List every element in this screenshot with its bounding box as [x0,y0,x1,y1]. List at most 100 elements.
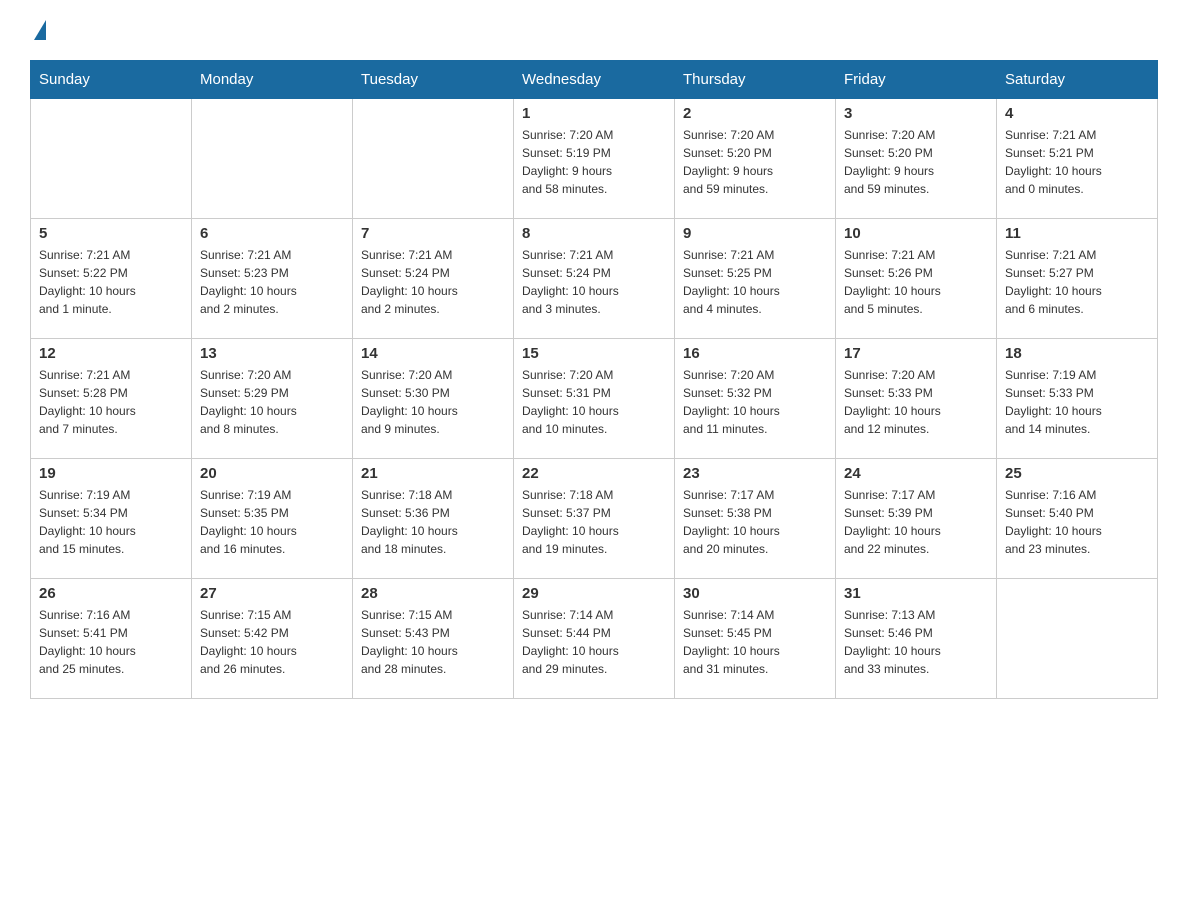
weekday-header-tuesday: Tuesday [353,61,514,99]
day-info: Sunrise: 7:20 AMSunset: 5:33 PMDaylight:… [844,366,988,438]
week-row-4: 19 Sunrise: 7:19 AMSunset: 5:34 PMDayligh… [31,459,1158,579]
calendar-body: 1 Sunrise: 7:20 AMSunset: 5:19 PMDaylight… [31,99,1158,699]
day-number: 21 [361,465,505,482]
calendar-cell: 26 Sunrise: 7:16 AMSunset: 5:41 PMDayligh… [31,579,192,699]
day-number: 27 [200,585,344,602]
calendar-cell: 2 Sunrise: 7:20 AMSunset: 5:20 PMDaylight… [675,99,836,219]
day-number: 24 [844,465,988,482]
calendar-cell: 21 Sunrise: 7:18 AMSunset: 5:36 PMDayligh… [353,459,514,579]
day-info: Sunrise: 7:18 AMSunset: 5:37 PMDaylight:… [522,486,666,558]
day-number: 16 [683,345,827,362]
calendar-cell: 8 Sunrise: 7:21 AMSunset: 5:24 PMDaylight… [514,219,675,339]
day-number: 23 [683,465,827,482]
day-info: Sunrise: 7:21 AMSunset: 5:28 PMDaylight:… [39,366,183,438]
day-number: 11 [1005,225,1149,242]
day-number: 26 [39,585,183,602]
calendar-cell: 29 Sunrise: 7:14 AMSunset: 5:44 PMDayligh… [514,579,675,699]
week-row-5: 26 Sunrise: 7:16 AMSunset: 5:41 PMDayligh… [31,579,1158,699]
calendar-header: SundayMondayTuesdayWednesdayThursdayFrid… [31,61,1158,99]
day-number: 2 [683,105,827,122]
day-info: Sunrise: 7:21 AMSunset: 5:24 PMDaylight:… [522,246,666,318]
day-info: Sunrise: 7:20 AMSunset: 5:20 PMDaylight:… [844,126,988,198]
calendar-table: SundayMondayTuesdayWednesdayThursdayFrid… [30,60,1158,699]
day-info: Sunrise: 7:14 AMSunset: 5:44 PMDaylight:… [522,606,666,678]
day-info: Sunrise: 7:20 AMSunset: 5:32 PMDaylight:… [683,366,827,438]
day-number: 9 [683,225,827,242]
day-info: Sunrise: 7:21 AMSunset: 5:27 PMDaylight:… [1005,246,1149,318]
day-number: 22 [522,465,666,482]
weekday-header-sunday: Sunday [31,61,192,99]
day-info: Sunrise: 7:16 AMSunset: 5:41 PMDaylight:… [39,606,183,678]
calendar-cell: 15Sunrise: 7:20 AMSunset: 5:31 PMDayligh… [514,339,675,459]
calendar-cell: 6 Sunrise: 7:21 AMSunset: 5:23 PMDaylight… [192,219,353,339]
day-info: Sunrise: 7:18 AMSunset: 5:36 PMDaylight:… [361,486,505,558]
day-info: Sunrise: 7:20 AMSunset: 5:29 PMDaylight:… [200,366,344,438]
calendar-cell: 20 Sunrise: 7:19 AMSunset: 5:35 PMDayligh… [192,459,353,579]
day-info: Sunrise: 7:13 AMSunset: 5:46 PMDaylight:… [844,606,988,678]
calendar-cell: 25 Sunrise: 7:16 AMSunset: 5:40 PMDayligh… [997,459,1158,579]
day-number: 8 [522,225,666,242]
calendar-cell: 27 Sunrise: 7:15 AMSunset: 5:42 PMDayligh… [192,579,353,699]
day-number: 29 [522,585,666,602]
day-number: 15 [522,345,666,362]
calendar-cell: 12 Sunrise: 7:21 AMSunset: 5:28 PMDayligh… [31,339,192,459]
day-number: 7 [361,225,505,242]
day-number: 13 [200,345,344,362]
day-number: 6 [200,225,344,242]
calendar-cell: 11 Sunrise: 7:21 AMSunset: 5:27 PMDayligh… [997,219,1158,339]
calendar-cell: 17 Sunrise: 7:20 AMSunset: 5:33 PMDayligh… [836,339,997,459]
day-info: Sunrise: 7:21 AMSunset: 5:24 PMDaylight:… [361,246,505,318]
calendar-cell: 23 Sunrise: 7:17 AMSunset: 5:38 PMDayligh… [675,459,836,579]
day-info: Sunrise: 7:19 AMSunset: 5:34 PMDaylight:… [39,486,183,558]
day-info: Sunrise: 7:17 AMSunset: 5:38 PMDaylight:… [683,486,827,558]
weekday-header-friday: Friday [836,61,997,99]
day-number: 19 [39,465,183,482]
day-info: Sunrise: 7:20 AMSunset: 5:30 PMDaylight:… [361,366,505,438]
calendar-cell: 1 Sunrise: 7:20 AMSunset: 5:19 PMDaylight… [514,99,675,219]
day-info: Sunrise: 7:20 AMSunset: 5:20 PMDaylight:… [683,126,827,198]
calendar-cell: 19 Sunrise: 7:19 AMSunset: 5:34 PMDayligh… [31,459,192,579]
weekday-header-saturday: Saturday [997,61,1158,99]
day-number: 5 [39,225,183,242]
calendar-cell: 9 Sunrise: 7:21 AMSunset: 5:25 PMDaylight… [675,219,836,339]
day-number: 30 [683,585,827,602]
day-number: 12 [39,345,183,362]
day-info: Sunrise: 7:21 AMSunset: 5:25 PMDaylight:… [683,246,827,318]
calendar-cell: 14 Sunrise: 7:20 AMSunset: 5:30 PMDayligh… [353,339,514,459]
calendar-cell: 5 Sunrise: 7:21 AMSunset: 5:22 PMDaylight… [31,219,192,339]
day-number: 31 [844,585,988,602]
day-number: 20 [200,465,344,482]
day-number: 18 [1005,345,1149,362]
calendar-cell: 30Sunrise: 7:14 AMSunset: 5:45 PMDayligh… [675,579,836,699]
calendar-cell: 16 Sunrise: 7:20 AMSunset: 5:32 PMDayligh… [675,339,836,459]
calendar-cell [997,579,1158,699]
day-info: Sunrise: 7:21 AMSunset: 5:26 PMDaylight:… [844,246,988,318]
day-info: Sunrise: 7:16 AMSunset: 5:40 PMDaylight:… [1005,486,1149,558]
day-info: Sunrise: 7:19 AMSunset: 5:35 PMDaylight:… [200,486,344,558]
day-info: Sunrise: 7:20 AMSunset: 5:19 PMDaylight:… [522,126,666,198]
day-info: Sunrise: 7:21 AMSunset: 5:23 PMDaylight:… [200,246,344,318]
day-info: Sunrise: 7:15 AMSunset: 5:42 PMDaylight:… [200,606,344,678]
calendar-cell: 22 Sunrise: 7:18 AMSunset: 5:37 PMDayligh… [514,459,675,579]
calendar-cell: 4Sunrise: 7:21 AMSunset: 5:21 PMDaylight… [997,99,1158,219]
day-number: 28 [361,585,505,602]
calendar-cell: 31 Sunrise: 7:13 AMSunset: 5:46 PMDayligh… [836,579,997,699]
day-info: Sunrise: 7:21 AMSunset: 5:22 PMDaylight:… [39,246,183,318]
weekday-row: SundayMondayTuesdayWednesdayThursdayFrid… [31,61,1158,99]
week-row-1: 1 Sunrise: 7:20 AMSunset: 5:19 PMDaylight… [31,99,1158,219]
week-row-2: 5 Sunrise: 7:21 AMSunset: 5:22 PMDaylight… [31,219,1158,339]
day-number: 1 [522,105,666,122]
calendar-cell: 13 Sunrise: 7:20 AMSunset: 5:29 PMDayligh… [192,339,353,459]
day-number: 14 [361,345,505,362]
day-info: Sunrise: 7:19 AMSunset: 5:33 PMDaylight:… [1005,366,1149,438]
calendar-cell: 28 Sunrise: 7:15 AMSunset: 5:43 PMDayligh… [353,579,514,699]
day-number: 17 [844,345,988,362]
day-info: Sunrise: 7:15 AMSunset: 5:43 PMDaylight:… [361,606,505,678]
weekday-header-wednesday: Wednesday [514,61,675,99]
weekday-header-thursday: Thursday [675,61,836,99]
day-number: 25 [1005,465,1149,482]
calendar-cell: 18 Sunrise: 7:19 AMSunset: 5:33 PMDayligh… [997,339,1158,459]
calendar-cell [31,99,192,219]
weekday-header-monday: Monday [192,61,353,99]
calendar-cell: 10Sunrise: 7:21 AMSunset: 5:26 PMDayligh… [836,219,997,339]
